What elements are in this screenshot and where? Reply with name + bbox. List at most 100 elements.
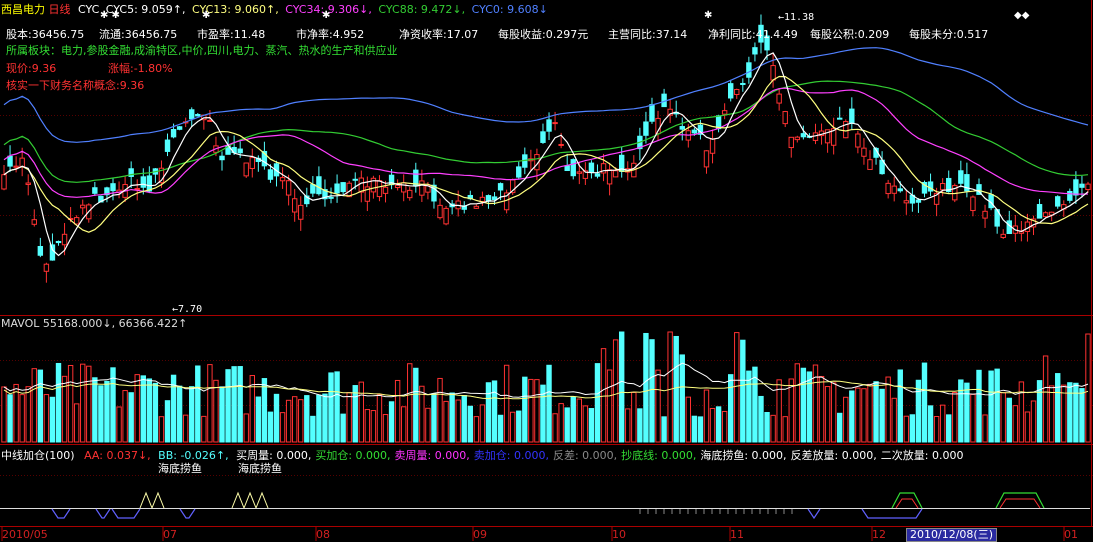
volume-bar <box>976 369 982 443</box>
volume-bar <box>849 390 855 443</box>
volume-bar <box>340 413 346 443</box>
volume-bar <box>782 416 788 443</box>
candle-body <box>897 188 903 192</box>
candle-body <box>564 165 570 172</box>
candle-body <box>249 157 255 169</box>
field-pb: 市净率:4.952 <box>296 28 365 41</box>
indicator-peak <box>231 491 245 509</box>
current-price: 现价:9.36 <box>6 62 57 75</box>
candle-body <box>61 233 68 246</box>
candle-body <box>606 169 613 185</box>
volume-bar <box>13 383 19 443</box>
volume-bar <box>1048 385 1055 443</box>
indicator-peak <box>243 491 257 509</box>
volume-bar <box>285 399 292 443</box>
candle-body <box>1 174 7 190</box>
indicator-dip <box>51 508 71 519</box>
volume-bar <box>473 416 480 443</box>
volume-bar <box>594 363 601 443</box>
volume-bar <box>134 374 140 443</box>
field-total-shares: 股本:36456.75 <box>6 28 85 41</box>
volume-bar <box>1061 384 1067 443</box>
star-marker: ✱ <box>322 10 331 21</box>
indicator-name[interactable]: 中线加仓(100) <box>1 449 75 462</box>
volume-bar <box>679 354 685 443</box>
volume-bar <box>885 376 891 443</box>
volume-bar <box>516 410 522 443</box>
cursor-date: 2010/12/08(三) <box>906 528 997 542</box>
cyc0-value: CYC0: 9.608↓ <box>471 3 548 16</box>
volume-bar <box>7 394 13 443</box>
candle-body <box>195 114 201 117</box>
field-eps: 每股收益:0.297元 <box>498 28 589 41</box>
volume-bar <box>158 416 165 443</box>
volume-bar <box>697 416 704 443</box>
candle-body <box>552 122 558 125</box>
candle-body <box>352 178 358 181</box>
volume-bar <box>201 415 207 443</box>
candle-body <box>982 210 988 219</box>
candle-body <box>207 119 213 122</box>
volume-bar <box>824 386 831 443</box>
volume-bar <box>1006 397 1012 443</box>
volume-bar <box>128 392 134 443</box>
low-annotation: ←7.70 <box>172 304 203 315</box>
candle-body <box>1036 204 1043 219</box>
star-marker: ◆◆ <box>1014 10 1030 21</box>
volume-bar <box>1018 381 1025 443</box>
candle-body <box>788 136 794 149</box>
volume-bar <box>1012 405 1019 443</box>
candle-body <box>1085 183 1091 191</box>
volume-bar <box>358 381 364 443</box>
volume-bar <box>921 362 928 443</box>
candle-body <box>703 150 710 168</box>
candle-body <box>885 182 891 195</box>
volume-bar <box>316 394 322 443</box>
candle-body <box>709 138 716 154</box>
candle-body <box>13 165 19 168</box>
period-label[interactable]: 日线 <box>49 3 71 16</box>
candle-body <box>734 88 740 95</box>
star-marker: ✱ <box>202 10 211 21</box>
field-revenue-yoy: 主营同比:37.14 <box>608 28 688 41</box>
volume-bar <box>449 392 455 443</box>
candle-body <box>752 47 758 55</box>
candle-body <box>92 187 98 194</box>
indicator-plateau <box>995 492 1045 509</box>
indicator-peak <box>151 491 165 509</box>
indicator-value: 海底捞鱼: 0.000, <box>700 449 787 462</box>
cyc-label: CYC <box>78 3 100 16</box>
volume-bar <box>837 412 843 443</box>
header-bar: 西昌电力 日线 CYC CYC5: 9.059↑, CYC13: 9.060↑,… <box>1 1 548 17</box>
date-label: 01 <box>1064 528 1078 541</box>
volume-bar <box>691 415 698 443</box>
indicator-value: 卖加仓: 0.000, <box>473 449 549 462</box>
candle-body <box>855 133 861 148</box>
candle-body <box>1055 196 1061 207</box>
volume-bar <box>98 385 104 443</box>
volume-bar <box>425 407 431 443</box>
volume-bar <box>1085 333 1091 443</box>
volume-bar <box>643 332 649 443</box>
candle-body <box>691 129 698 134</box>
candle-body <box>643 121 649 136</box>
volume-bar <box>873 381 879 443</box>
candle-body <box>37 246 44 256</box>
volume-bar <box>673 335 679 443</box>
volume-bar <box>721 410 728 443</box>
volume-bar <box>176 385 183 443</box>
volume-bar <box>207 364 213 443</box>
volume-bar <box>606 369 613 443</box>
volume-bar <box>413 367 419 443</box>
volume-bar <box>764 411 770 443</box>
volume-bar <box>1079 388 1085 443</box>
volume-bar <box>195 365 201 443</box>
candle-body <box>1079 183 1085 188</box>
candle-body <box>800 133 807 138</box>
indicator-plateau <box>895 498 919 509</box>
date-label: 10 <box>612 528 626 541</box>
candle-body <box>110 183 116 192</box>
volume-bar <box>152 382 159 443</box>
aa-value: AA: 0.037↓, <box>84 449 151 462</box>
stock-name[interactable]: 西昌电力 <box>1 3 45 16</box>
